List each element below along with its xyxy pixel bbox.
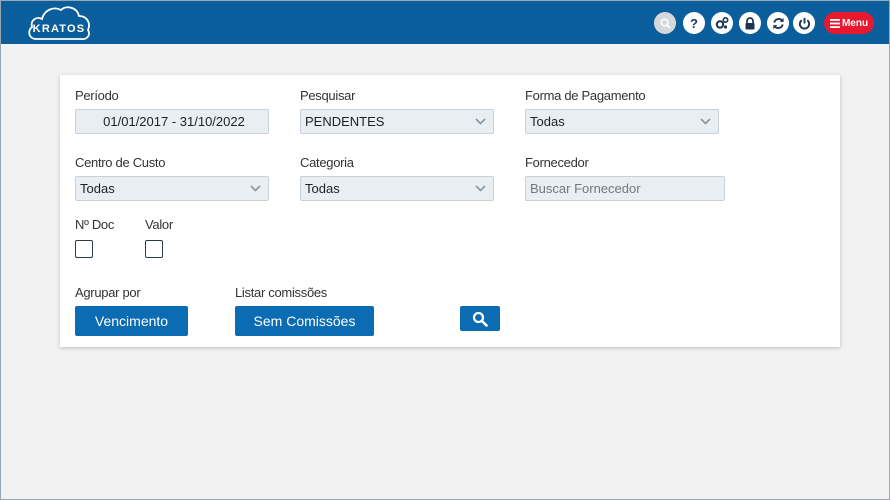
forma-pagamento-label: Forma de Pagamento <box>525 88 646 103</box>
pesquisar-value: PENDENTES <box>305 114 385 129</box>
chevron-down-icon <box>467 185 493 192</box>
filter-card: Período 01/01/2017 - 31/10/2022 Pesquisa… <box>60 75 840 347</box>
centro-custo-value: Todas <box>80 181 115 196</box>
chevron-down-icon <box>242 185 268 192</box>
hamburger-icon <box>829 18 840 28</box>
chevron-down-icon <box>467 118 493 125</box>
fornecedor-label: Fornecedor <box>525 155 589 170</box>
refresh-button[interactable] <box>767 12 789 34</box>
forma-pagamento-value: Todas <box>530 114 565 129</box>
fornecedor-search-input[interactable]: Buscar Fornecedor <box>525 176 725 201</box>
categoria-label: Categoria <box>300 155 354 170</box>
valor-checkbox[interactable] <box>145 240 163 258</box>
lock-icon <box>745 16 755 29</box>
periodo-label: Período <box>75 88 119 103</box>
categoria-select[interactable]: Todas <box>300 176 494 201</box>
agrupar-label: Agrupar por <box>75 285 141 300</box>
global-search-button[interactable] <box>654 12 676 34</box>
listar-comissoes-label: Listar comissões <box>235 285 328 300</box>
search-button[interactable] <box>460 306 500 331</box>
help-icon: ? <box>690 15 698 31</box>
refresh-icon <box>772 17 784 29</box>
help-button[interactable]: ? <box>683 12 705 34</box>
search-icon <box>472 311 488 327</box>
centro-custo-select[interactable]: Todas <box>75 176 269 201</box>
top-bar: KRATOS ? Menu <box>1 1 889 44</box>
pesquisar-label: Pesquisar <box>300 88 356 103</box>
n-doc-checkbox[interactable] <box>75 240 93 258</box>
forma-pagamento-select[interactable]: Todas <box>525 109 719 134</box>
valor-label: Valor <box>145 217 173 232</box>
logout-button[interactable] <box>793 12 815 34</box>
categoria-value: Todas <box>305 181 340 196</box>
periodo-value: 01/01/2017 - 31/10/2022 <box>103 114 245 129</box>
periodo-date-range-input[interactable]: 01/01/2017 - 31/10/2022 <box>75 109 269 134</box>
cogs-icon <box>715 16 729 29</box>
logo-text: KRATOS <box>32 23 86 35</box>
fornecedor-placeholder: Buscar Fornecedor <box>530 181 641 196</box>
vencimento-button[interactable]: Vencimento <box>75 306 188 336</box>
n-doc-label: Nº Doc <box>75 217 115 232</box>
sem-comissoes-button[interactable]: Sem Comissões <box>235 306 374 336</box>
menu-button[interactable]: Menu <box>824 12 874 34</box>
settings-button[interactable] <box>711 12 733 34</box>
menu-label: Menu <box>841 17 869 29</box>
pesquisar-select[interactable]: PENDENTES <box>300 109 494 134</box>
centro-custo-label: Centro de Custo <box>75 155 166 170</box>
lock-button[interactable] <box>739 12 761 34</box>
power-icon <box>798 17 810 29</box>
kratos-logo[interactable]: KRATOS <box>26 4 92 42</box>
search-icon <box>660 18 671 29</box>
chevron-down-icon <box>692 118 718 125</box>
